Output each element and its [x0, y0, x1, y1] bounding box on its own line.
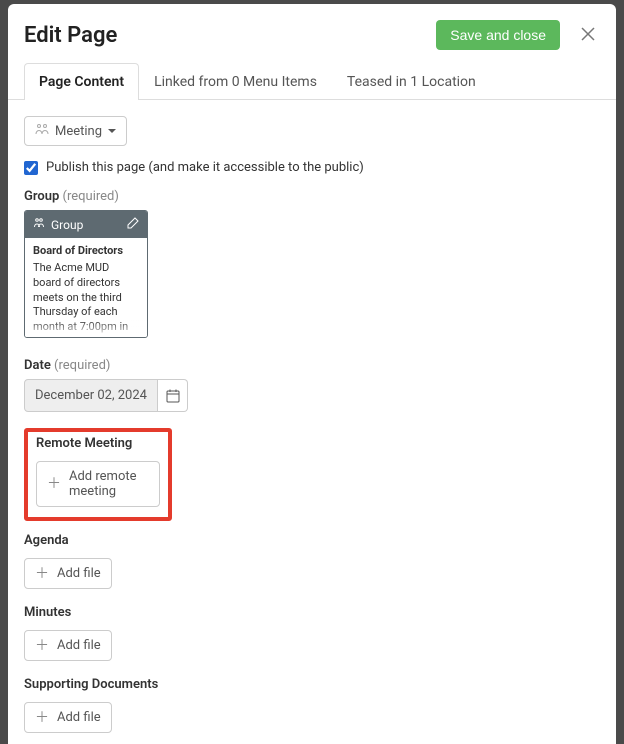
- group-card[interactable]: Group Board of Directors The Acme MUD bo…: [24, 210, 148, 338]
- group-card-header: Group: [25, 211, 147, 238]
- remote-meeting-label: Remote Meeting: [36, 436, 160, 451]
- close-button[interactable]: [576, 22, 600, 49]
- add-remote-meeting-button[interactable]: ＋ Add remote meeting: [36, 461, 160, 507]
- minutes-label: Minutes: [24, 605, 600, 620]
- publish-label: Publish this page (and make it accessibl…: [46, 160, 364, 175]
- group-card-body: Board of Directors The Acme MUD board of…: [25, 238, 147, 338]
- agenda-section: Agenda ＋ Add file: [24, 533, 600, 589]
- modal-header: Edit Page Save and close: [8, 4, 616, 62]
- dropdown-label: Meeting: [55, 124, 102, 139]
- close-icon: [580, 26, 596, 42]
- group-label: Group (required): [24, 189, 600, 204]
- meeting-icon: [35, 123, 49, 139]
- date-section: Date (required) December 02, 2024: [24, 358, 600, 412]
- supporting-docs-label: Supporting Documents: [24, 677, 600, 692]
- calendar-icon: [166, 389, 180, 403]
- group-chip-label: Group: [51, 218, 83, 232]
- publish-checkbox-row[interactable]: Publish this page (and make it accessibl…: [24, 160, 600, 175]
- plus-icon: ＋: [35, 711, 49, 725]
- tab-teased-locations[interactable]: Teased in 1 Location: [332, 63, 491, 100]
- publish-checkbox[interactable]: [24, 161, 38, 175]
- group-title: Board of Directors: [33, 244, 139, 259]
- modal-content: Meeting Publish this page (and make it a…: [8, 100, 616, 744]
- date-picker-button[interactable]: [158, 379, 188, 412]
- minutes-section: Minutes ＋ Add file: [24, 605, 600, 661]
- plus-icon: ＋: [35, 639, 49, 653]
- pencil-icon[interactable]: [127, 217, 139, 232]
- remote-meeting-highlight: Remote Meeting ＋ Add remote meeting: [24, 428, 172, 521]
- plus-icon: ＋: [47, 477, 61, 491]
- page-type-dropdown[interactable]: Meeting: [24, 116, 127, 146]
- add-supporting-file-button[interactable]: ＋ Add file: [24, 702, 112, 733]
- group-icon: [33, 217, 45, 232]
- edit-page-modal: Edit Page Save and close Page Content Li…: [8, 4, 616, 744]
- page-title-heading: Edit Page: [24, 23, 436, 48]
- tab-bar: Page Content Linked from 0 Menu Items Te…: [8, 62, 616, 100]
- plus-icon: ＋: [35, 567, 49, 581]
- agenda-label: Agenda: [24, 533, 600, 548]
- date-value: December 02, 2024: [24, 379, 158, 412]
- add-agenda-file-button[interactable]: ＋ Add file: [24, 558, 112, 589]
- date-row: December 02, 2024: [24, 379, 600, 412]
- tab-page-content[interactable]: Page Content: [24, 63, 139, 100]
- supporting-docs-section: Supporting Documents ＋ Add file: [24, 677, 600, 733]
- tab-linked-menu-items[interactable]: Linked from 0 Menu Items: [139, 63, 332, 100]
- group-section: Group (required) Group Board of Director…: [24, 189, 600, 338]
- group-description: The Acme MUD board of directors meets on…: [33, 261, 139, 338]
- date-label: Date (required): [24, 358, 600, 373]
- save-and-close-button[interactable]: Save and close: [436, 20, 560, 50]
- chevron-down-icon: [108, 129, 116, 133]
- add-minutes-file-button[interactable]: ＋ Add file: [24, 630, 112, 661]
